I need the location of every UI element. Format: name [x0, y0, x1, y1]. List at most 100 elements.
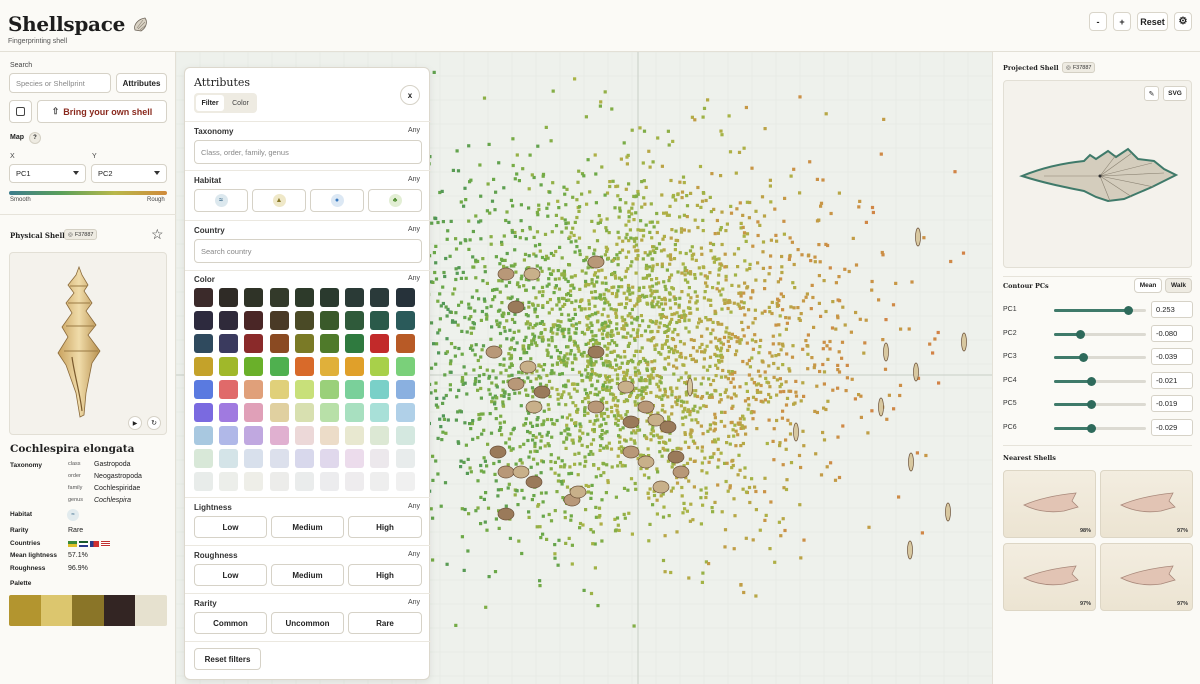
shell-point[interactable]	[496, 488, 500, 492]
shell-point[interactable]	[688, 249, 693, 253]
shell-point[interactable]	[491, 369, 495, 373]
shell-thumbnail[interactable]	[878, 397, 884, 417]
shell-point[interactable]	[542, 363, 547, 367]
shell-point[interactable]	[535, 462, 540, 466]
shell-point[interactable]	[507, 220, 511, 224]
color-swatch[interactable]	[219, 472, 239, 491]
shell-point[interactable]	[687, 229, 691, 233]
shell-point[interactable]	[701, 218, 705, 222]
shell-point[interactable]	[858, 317, 862, 321]
shell-point[interactable]	[538, 432, 542, 436]
shell-point[interactable]	[730, 406, 734, 410]
reset-view-button[interactable]: Reset	[1137, 12, 1168, 31]
shell-point[interactable]	[668, 298, 672, 302]
color-swatch[interactable]	[345, 311, 365, 330]
shell-point[interactable]	[578, 252, 582, 257]
shell-point[interactable]	[751, 417, 755, 421]
shell-point[interactable]	[666, 355, 670, 359]
shell-point[interactable]	[456, 323, 460, 327]
shell-point[interactable]	[700, 342, 704, 346]
shell-point[interactable]	[644, 379, 648, 383]
shell-point[interactable]	[698, 164, 703, 169]
shell-point[interactable]	[732, 252, 737, 256]
shell-point[interactable]	[790, 240, 794, 244]
shell-point[interactable]	[583, 406, 587, 410]
shell-point[interactable]	[681, 423, 685, 427]
shell-point[interactable]	[828, 266, 832, 270]
shell-point[interactable]	[624, 255, 628, 259]
shell-point[interactable]	[510, 317, 515, 322]
shell-point[interactable]	[556, 392, 560, 396]
shell-point[interactable]	[535, 525, 539, 529]
shell-point[interactable]	[780, 270, 784, 275]
shell-point[interactable]	[683, 406, 687, 410]
shell-point[interactable]	[567, 263, 572, 267]
shell-point[interactable]	[513, 177, 517, 181]
shell-point[interactable]	[487, 388, 491, 392]
shell-point[interactable]	[477, 379, 481, 384]
shell-point[interactable]	[539, 331, 544, 335]
shell-point[interactable]	[600, 414, 604, 418]
shell-point[interactable]	[632, 624, 636, 628]
shell-point[interactable]	[634, 373, 638, 377]
shell-point[interactable]	[431, 280, 435, 284]
shell-point[interactable]	[660, 454, 664, 458]
shell-point[interactable]	[459, 459, 463, 463]
shell-point[interactable]	[798, 503, 802, 507]
shell-point[interactable]	[716, 281, 720, 285]
nearest-shell-card[interactable]: 97%	[1003, 543, 1096, 611]
shell-point[interactable]	[429, 321, 434, 325]
shell-point[interactable]	[781, 294, 785, 299]
shell-point[interactable]	[615, 253, 619, 257]
shell-point[interactable]	[701, 432, 705, 436]
tab-filter[interactable]: Filter	[196, 95, 224, 111]
shell-point[interactable]	[621, 335, 625, 339]
shell-point[interactable]	[696, 410, 700, 414]
shell-point[interactable]	[652, 493, 657, 498]
shell-point[interactable]	[648, 252, 652, 256]
shell-point[interactable]	[472, 368, 476, 372]
shell-point[interactable]	[594, 172, 598, 176]
shell-point[interactable]	[478, 365, 482, 369]
shell-point[interactable]	[567, 327, 571, 331]
shell-point[interactable]	[468, 422, 472, 426]
shell-point[interactable]	[734, 394, 738, 398]
shell-point[interactable]	[646, 363, 650, 367]
shell-point[interactable]	[622, 370, 626, 374]
shell-point[interactable]	[704, 495, 708, 500]
shell-point[interactable]	[784, 403, 789, 407]
shell-point[interactable]	[489, 235, 493, 239]
color-swatch[interactable]	[269, 380, 289, 399]
shell-point[interactable]	[550, 418, 554, 422]
shell-point[interactable]	[538, 242, 542, 247]
shell-point[interactable]	[666, 334, 670, 339]
shell-point[interactable]	[665, 213, 669, 217]
shell-point[interactable]	[527, 206, 531, 210]
shell-point[interactable]	[763, 476, 767, 480]
shell-point[interactable]	[792, 167, 796, 171]
shell-point[interactable]	[637, 371, 642, 375]
shell-point[interactable]	[534, 435, 538, 439]
shell-point[interactable]	[616, 464, 620, 468]
shell-point[interactable]	[557, 402, 561, 406]
color-swatch[interactable]	[269, 403, 289, 422]
shell-point[interactable]	[577, 209, 581, 213]
shell-point[interactable]	[700, 334, 704, 338]
shell-point[interactable]	[679, 376, 683, 380]
shell-point[interactable]	[580, 330, 584, 334]
shell-point[interactable]	[577, 370, 582, 374]
shell-point[interactable]	[566, 345, 570, 349]
shell-point[interactable]	[773, 207, 777, 211]
color-swatch[interactable]	[244, 472, 264, 491]
shell-point[interactable]	[445, 337, 449, 341]
shell-point[interactable]	[667, 291, 672, 295]
shell-point[interactable]	[562, 335, 566, 339]
shell-point[interactable]	[696, 421, 700, 425]
shell-point[interactable]	[741, 487, 745, 491]
shell-point[interactable]	[678, 355, 682, 359]
shell-point[interactable]	[484, 312, 488, 316]
shell-point[interactable]	[707, 377, 711, 381]
shell-point[interactable]	[616, 331, 620, 335]
shell-point[interactable]	[801, 429, 805, 433]
shell-point[interactable]	[949, 259, 953, 264]
